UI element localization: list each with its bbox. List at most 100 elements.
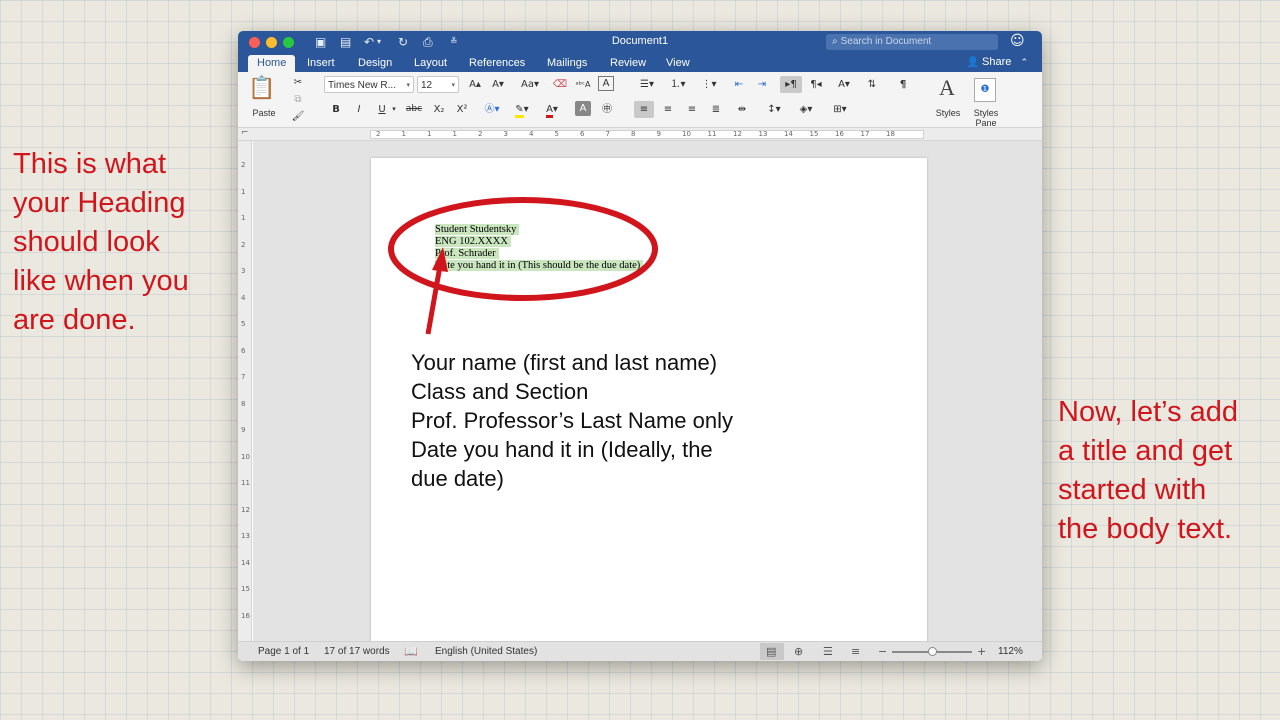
collapse-ribbon-icon[interactable]: ⌃ [1020, 58, 1028, 68]
ruler-tick-label: 2 [478, 130, 483, 138]
tab-view[interactable]: View [657, 55, 699, 72]
instruction-line: Prof. Professor’s Last Name only [411, 408, 733, 433]
language-indicator[interactable]: English (United States) [435, 646, 537, 657]
vertical-ruler-tick-label: 16 [241, 611, 250, 620]
vertical-ruler-tick-label: 13 [241, 532, 250, 540]
underline-button[interactable]: U [374, 101, 390, 118]
sort-icon[interactable]: ⇅ [862, 76, 882, 93]
tab-review[interactable]: Review [601, 55, 655, 72]
styles-pane-label-line: Styles [973, 108, 999, 118]
strikethrough-button[interactable]: abc [403, 101, 425, 118]
character-border-icon[interactable]: A [598, 76, 614, 91]
change-case-icon[interactable]: Aa▾ [517, 76, 543, 93]
vertical-ruler-tick-label: 3 [241, 267, 246, 275]
text-effects-icon[interactable]: Ⓐ▾ [480, 101, 504, 118]
vertical-ruler-tick-label: 1 [241, 187, 246, 196]
line-spacing-icon[interactable]: ↕▾ [761, 101, 787, 118]
tab-references[interactable]: References [460, 55, 534, 72]
font-size-select[interactable]: 12 ▾ [417, 76, 459, 93]
zoom-level[interactable]: 112% [998, 646, 1023, 657]
format-painter-icon[interactable]: 🖌 [290, 108, 306, 125]
ruler-tick-label: 1 [401, 130, 406, 138]
document-page[interactable]: Student Studentsky ENG 102.XXXX Prof. Sc… [371, 158, 927, 658]
vertical-ruler-tick-label: 11 [241, 479, 250, 487]
numbering-icon[interactable]: ⒈▾ [665, 76, 691, 93]
draft-view-icon[interactable]: ≡ [851, 645, 860, 658]
enclose-characters-icon[interactable]: ㊥ [598, 101, 616, 118]
character-shading-icon[interactable]: A [575, 101, 591, 116]
paste-icon[interactable]: 📋 [248, 76, 275, 102]
justify-button[interactable]: ≣ [706, 101, 726, 118]
tab-design[interactable]: Design [349, 55, 401, 72]
instruction-line: Your name (first and last name) [411, 350, 718, 375]
cut-icon[interactable]: ✂ [290, 74, 306, 91]
grow-font-icon[interactable]: A▴ [465, 76, 485, 93]
ruler-tick-label: 3 [503, 130, 508, 138]
annotation-overlay [388, 197, 658, 335]
tab-mailings[interactable]: Mailings [538, 55, 596, 72]
tab-home[interactable]: Home [248, 55, 296, 72]
ruler-tick-label: 8 [631, 130, 636, 138]
font-color-icon[interactable]: A▾ [540, 101, 564, 118]
show-formatting-icon[interactable]: ¶ [894, 76, 912, 93]
search-placeholder: Search in Document [840, 36, 932, 47]
shading-icon[interactable]: ◈▾ [794, 101, 818, 118]
annotation-line: are done. [13, 304, 136, 336]
styles-pane-icon[interactable]: ❶ [974, 78, 996, 102]
bold-button[interactable]: B [328, 101, 344, 118]
shrink-font-icon[interactable]: A▾ [488, 76, 508, 93]
multilevel-list-icon[interactable]: ⋮▾ [696, 76, 722, 93]
tab-selector-icon[interactable]: ⌐ [241, 128, 249, 138]
annotation-line: started with [1058, 474, 1207, 506]
decrease-indent-icon[interactable]: ⇤ [729, 76, 749, 93]
feedback-smiley-icon[interactable]: ☺ [1010, 33, 1025, 49]
highlight-color-icon[interactable]: ✎▾ [510, 101, 534, 118]
ltr-paragraph-icon[interactable]: ▸¶ [780, 76, 802, 93]
document-canvas[interactable]: Student Studentsky ENG 102.XXXX Prof. Sc… [253, 141, 1042, 658]
font-name-select[interactable]: Times New R... ▾ [324, 76, 414, 93]
clear-formatting-icon[interactable]: ⌫ [550, 76, 570, 93]
share-button[interactable]: 👤 Share ⌃ [967, 56, 1028, 68]
superscript-button[interactable]: X² [453, 101, 471, 118]
vertical-ruler-tick-label: 15 [241, 585, 250, 593]
italic-button[interactable]: I [351, 101, 367, 118]
ribbon-home: 📋 Paste ✂ ⧉ 🖌 Times New R... ▾ 12 ▾ A▴ A▾ … [238, 72, 1042, 128]
right-annotation: Now, let’s add a title and get started w… [1058, 393, 1238, 549]
styles-gallery-icon[interactable]: A [932, 74, 962, 102]
search-input[interactable]: ⌕ Search in Document [826, 34, 998, 50]
align-left-button[interactable]: ≡ [634, 101, 654, 118]
tab-layout[interactable]: Layout [405, 55, 456, 72]
vertical-ruler-tick-label: 12 [241, 505, 250, 514]
tab-insert[interactable]: Insert [298, 55, 344, 72]
copy-icon[interactable]: ⧉ [290, 91, 306, 108]
align-center-button[interactable]: ≡ [658, 101, 678, 118]
print-layout-view-icon[interactable]: ▤ [766, 645, 776, 658]
borders-icon[interactable]: ⊞▾ [826, 101, 854, 118]
add-person-icon: 👤 [966, 57, 979, 68]
horizontal-ruler[interactable]: ⌐ 2 1 1 1 2 3 4 5 6 7 8 9 10 11 12 13 14 15 16 17 18 [238, 128, 1042, 141]
ruler-tick-label: 5 [554, 130, 559, 138]
increase-indent-icon[interactable]: ⇥ [752, 76, 772, 93]
bullets-icon[interactable]: ☰▾ [634, 76, 660, 93]
phonetic-guide-icon[interactable]: ᵃᵇᶜA [573, 76, 593, 93]
ruler-tick-label: 13 [758, 130, 768, 138]
zoom-in-icon[interactable]: + [977, 645, 986, 658]
font-name-value: Times New R... [328, 80, 396, 91]
underline-dropdown-icon[interactable]: ▾ [390, 101, 398, 118]
asian-layout-icon[interactable]: A▾ [832, 76, 856, 93]
align-right-button[interactable]: ≡ [682, 101, 702, 118]
proofing-icon[interactable]: 📖 [404, 645, 418, 658]
vertical-ruler[interactable]: 2 1 1 2 3 4 5 6 7 8 9 10 11 12 13 14 15 16 [238, 141, 252, 641]
font-size-value: 12 [421, 80, 433, 91]
rtl-paragraph-icon[interactable]: ¶◂ [805, 76, 827, 93]
distributed-button[interactable]: ⇹ [732, 101, 752, 118]
zoom-slider-thumb[interactable] [928, 647, 937, 656]
left-annotation: This is what your Heading should look li… [13, 145, 189, 340]
zoom-out-icon[interactable]: − [878, 645, 887, 658]
instruction-line: Date you hand it in (Ideally, the [411, 437, 713, 462]
outline-view-icon[interactable]: ☰ [823, 645, 833, 658]
page-count[interactable]: Page 1 of 1 [258, 646, 309, 657]
web-layout-view-icon[interactable]: ⊕ [794, 645, 803, 658]
word-count[interactable]: 17 of 17 words [324, 646, 390, 657]
subscript-button[interactable]: X₂ [430, 101, 448, 118]
